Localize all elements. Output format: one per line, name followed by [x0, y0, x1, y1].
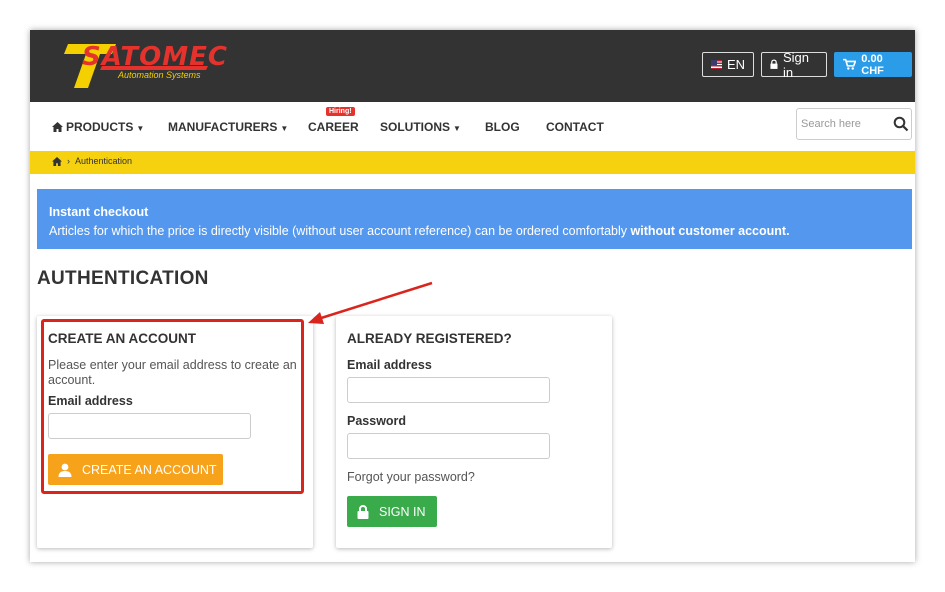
login-email-field[interactable]: [347, 377, 550, 403]
nav-manufacturers-label: MANUFACTURERS: [168, 120, 278, 134]
lock-icon: [357, 504, 369, 519]
nav-career-label: CAREER: [308, 120, 359, 134]
alert-emphasis: without customer account.: [630, 224, 790, 238]
caret-down-icon: ▼: [280, 124, 289, 133]
breadcrumb: › Authentication: [52, 156, 132, 166]
home-icon[interactable]: [52, 156, 62, 166]
breadcrumb-separator-icon: ›: [67, 156, 70, 166]
breadcrumb-current: Authentication: [75, 156, 133, 166]
nav-blog[interactable]: BLOG: [485, 120, 520, 134]
nav-contact[interactable]: CONTACT: [546, 120, 604, 134]
sign-in-label: Sign in: [782, 49, 809, 80]
nav-solutions-label: SOLUTIONS: [380, 120, 451, 134]
login-email-label: Email address: [347, 358, 432, 372]
login-title: ALREADY REGISTERED?: [347, 331, 512, 346]
breadcrumb-bar: › Authentication: [30, 151, 915, 174]
hiring-badge: Hiring!: [326, 107, 355, 116]
nav-career[interactable]: CAREER: [308, 120, 359, 134]
forgot-password-link[interactable]: Forgot your password?: [347, 470, 475, 484]
language-button[interactable]: EN: [702, 52, 754, 77]
nav-products-label: PRODUCTS: [66, 120, 134, 134]
cart-total: 0.00 CHF: [861, 52, 884, 77]
main-nav: PRODUCTS ▼ MANUFACTURERS ▼ Hiring! CAREER …: [30, 102, 915, 151]
logo-tagline: Automation Systems: [118, 70, 201, 80]
cart-button[interactable]: 0.00 CHF: [834, 52, 912, 77]
nav-products[interactable]: PRODUCTS ▼: [52, 120, 144, 134]
nav-manufacturers[interactable]: MANUFACTURERS ▼: [168, 120, 288, 134]
sign-in-button[interactable]: Sign in: [761, 49, 827, 80]
password-label: Password: [347, 414, 407, 428]
us-flag-icon: [711, 60, 722, 69]
cart-icon: [843, 58, 857, 70]
nav-contact-label: CONTACT: [546, 120, 604, 134]
page-title: AUTHENTICATION: [37, 268, 209, 289]
language-label: EN: [726, 57, 745, 72]
logo-text: SATOMEC: [82, 42, 228, 72]
search-icon[interactable]: [893, 116, 909, 132]
annotation-arrow: [308, 281, 433, 324]
sign-in-submit-button[interactable]: SIGN IN: [347, 496, 437, 527]
alert-title: Instant checkout: [49, 205, 149, 219]
home-icon: [52, 122, 63, 132]
site-logo[interactable]: SATOMEC Automation Systems: [58, 36, 227, 94]
password-field[interactable]: [347, 433, 550, 459]
sign-in-submit-label: SIGN IN: [379, 504, 426, 519]
lock-icon: [770, 59, 778, 69]
instant-checkout-alert: Instant checkout Articles for which the …: [37, 189, 912, 249]
annotation-highlight-box: [41, 319, 304, 494]
caret-down-icon: ▼: [136, 124, 145, 133]
search-input[interactable]: [801, 115, 889, 133]
nav-blog-label: BLOG: [485, 120, 520, 134]
caret-down-icon: ▼: [453, 124, 461, 133]
alert-message: Articles for which the price is directly…: [49, 222, 900, 241]
search-box: [796, 108, 912, 140]
top-header: SATOMEC Automation Systems EN Sign in 0.…: [30, 30, 915, 102]
nav-solutions[interactable]: SOLUTIONS ▼: [380, 120, 461, 134]
alert-text: Articles for which the price is directly…: [49, 224, 628, 238]
login-panel: ALREADY REGISTERED? Email address Passwo…: [336, 316, 612, 548]
